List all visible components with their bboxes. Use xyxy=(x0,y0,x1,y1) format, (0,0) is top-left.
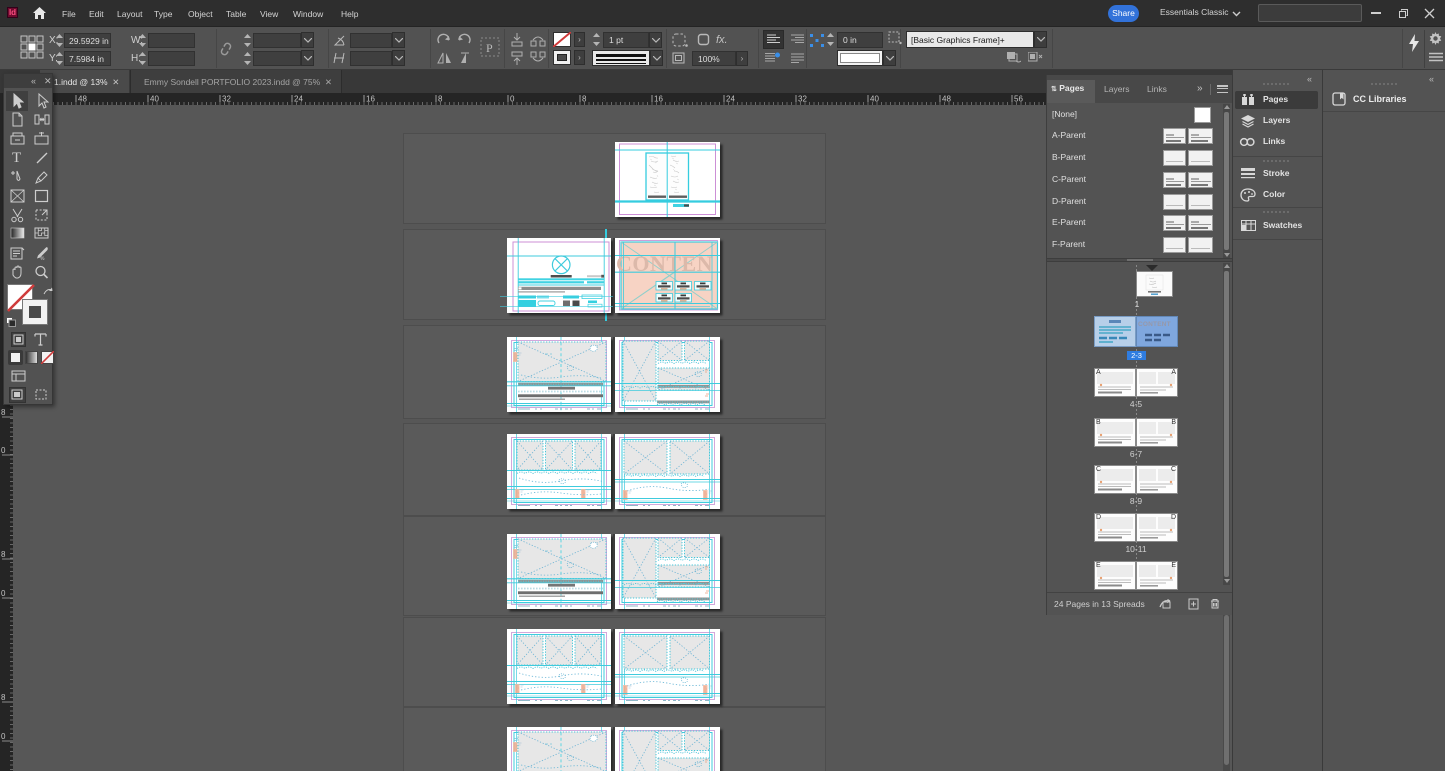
svg-text:16: 16 xyxy=(654,95,663,104)
svg-text:24: 24 xyxy=(294,95,303,104)
svg-text:%: % xyxy=(40,256,45,261)
svg-text:24: 24 xyxy=(726,95,735,104)
svg-text:0: 0 xyxy=(1,446,6,455)
svg-text:0: 0 xyxy=(1,589,6,598)
svg-text:P: P xyxy=(486,41,493,55)
svg-text:16: 16 xyxy=(366,95,375,104)
svg-text:8: 8 xyxy=(1,550,6,559)
svg-text:8: 8 xyxy=(1,693,6,702)
svg-text:32: 32 xyxy=(798,95,807,104)
svg-text:8: 8 xyxy=(1,408,6,417)
svg-text:40: 40 xyxy=(870,95,879,104)
svg-text:32: 32 xyxy=(222,95,231,104)
svg-text:48: 48 xyxy=(78,95,87,104)
svg-text:40: 40 xyxy=(150,95,159,104)
svg-text:56: 56 xyxy=(1014,95,1023,104)
svg-text:48: 48 xyxy=(942,95,951,104)
svg-text:0: 0 xyxy=(1,732,6,741)
